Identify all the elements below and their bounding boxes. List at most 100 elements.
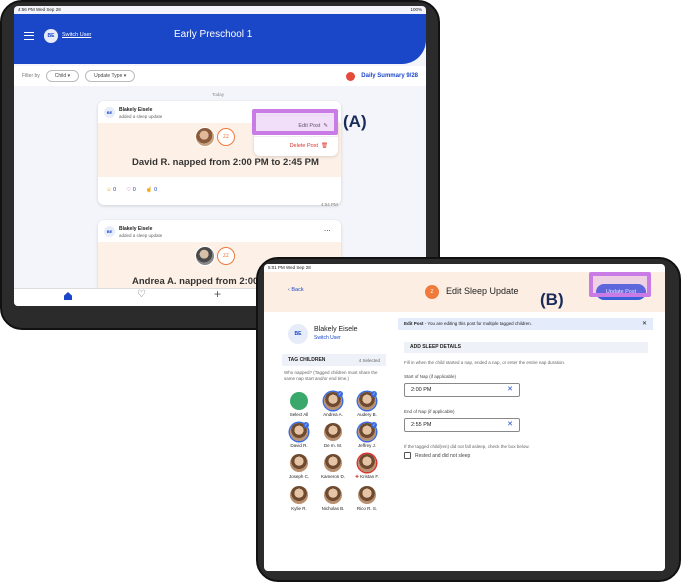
update-type-dropdown[interactable]: Update Type ▾ (85, 70, 136, 82)
app-header: BE Switch User Early Preschool 1 (14, 14, 426, 64)
child-name: ✚ Kristan F. (355, 474, 379, 480)
child-tile[interactable]: ✚ Kristan F. (350, 454, 384, 480)
callout-a: (A) (343, 112, 367, 131)
calendar-icon[interactable] (346, 71, 356, 81)
chevron-down-icon: ▾ (67, 73, 71, 79)
child-photo (324, 423, 342, 441)
user-name: Blakely Eisele (314, 326, 358, 333)
status-time: 5:01 PM Wed Sep 28 (268, 265, 311, 270)
highlight-update-post (589, 272, 651, 297)
smile-reaction[interactable]: ☺ 0 (106, 187, 116, 193)
callout-b: (B) (540, 290, 564, 309)
child-filter-dropdown[interactable]: Child ▾ (45, 70, 80, 82)
screen-b: 5:01 PM Wed Sep 28 ‹ Back z Edit Sleep U… (264, 264, 665, 571)
start-of-nap-field[interactable]: 2:00 PM ✕ (404, 383, 520, 397)
child-name: Andrea A. (323, 412, 343, 417)
thumbs-up-reaction[interactable]: ☝ 0 (146, 187, 157, 193)
back-button[interactable]: ‹ Back (288, 287, 304, 293)
child-photo (195, 246, 215, 266)
right-panel: Edit Post - You are editing this post fo… (398, 314, 665, 571)
more-options-icon[interactable]: ... (324, 224, 331, 233)
check-icon: ✓ (371, 391, 377, 397)
child-tile[interactable]: ✓ Andrea A. (316, 391, 350, 417)
status-bar: 4:56 PM Wed Sep 28 100% (14, 6, 426, 14)
sleep-cloud-icon: zz (217, 128, 235, 146)
child-tile[interactable]: ✓ Jeffrey J. (350, 422, 384, 448)
nap-message: Andrea A. napped from 2:00 PM (132, 276, 276, 287)
status-bar: 5:01 PM Wed Sep 28 (264, 264, 665, 272)
rested-help-text: If the tagged child(ren) did not fall as… (404, 444, 530, 449)
end-of-nap-field[interactable]: 2:55 PM ✕ (404, 418, 520, 432)
child-tile[interactable]: De m. M. (316, 423, 350, 448)
status-time: 4:56 PM Wed Sep 28 (18, 7, 61, 12)
child-tile[interactable]: ✓ David R. (282, 422, 316, 448)
child-tile[interactable]: Kylie R. (282, 486, 316, 511)
child-tile[interactable]: ✓ Audery B. (350, 391, 384, 417)
tag-help-text: Who napped? (Tagged children must share … (284, 370, 378, 381)
heart-icon[interactable]: ♡ (137, 289, 146, 300)
help-text: Fill in when the child started a nap, en… (404, 360, 566, 365)
nap-message: David R. napped from 2:00 PM to 2:45 PM (132, 157, 319, 168)
child-photo (358, 454, 376, 472)
check-icon: ✓ (337, 391, 343, 397)
switch-user-link[interactable]: Switch User (62, 32, 91, 38)
child-name: Audery B. (357, 412, 377, 417)
update-type-label: Update Type (94, 73, 123, 79)
avatar[interactable]: BE (44, 29, 58, 43)
thumbs-up-icon: ☝ (145, 187, 153, 193)
post-time: 4:54 PM (321, 202, 338, 207)
avatar: BE (288, 324, 308, 344)
selected-count: 4 Selected (358, 357, 380, 363)
heart-reaction[interactable]: ♡ 0 (126, 187, 136, 193)
child-photo (195, 127, 215, 147)
end-value: 2:55 PM (411, 422, 432, 428)
child-tile[interactable]: Nicholas B. (316, 486, 350, 511)
child-photo (290, 454, 308, 472)
child-tile[interactable]: Kameron D. (316, 454, 350, 480)
plus-icon[interactable]: + (214, 287, 221, 301)
home-icon[interactable] (64, 292, 72, 300)
child-name: Jeffrey J. (357, 443, 377, 448)
reaction-bar: ☺ 0 ♡ 0 ☝ 0 (106, 187, 157, 193)
delete-post-menu-item[interactable]: Delete Post 🗑 (254, 136, 338, 154)
child-tile[interactable]: Rico R. S. (350, 486, 384, 511)
tag-children-label: TAG CHILDREN (288, 357, 326, 363)
child-name: Kylie R. (291, 506, 307, 511)
switch-user-link[interactable]: Switch User (314, 335, 341, 341)
heart-count: 0 (132, 187, 136, 193)
end-label: End of Nap (if applicable) (404, 409, 455, 414)
child-photo (324, 486, 342, 504)
check-icon: ✓ (303, 422, 309, 428)
menu-icon[interactable] (24, 32, 34, 40)
highlight-edit-post (252, 109, 338, 135)
rested-checkbox-row[interactable]: Rested and did not sleep (404, 452, 470, 459)
filter-label: Filter by (22, 73, 40, 79)
page-title: Edit Sleep Update (446, 286, 519, 296)
child-name: De m. M. (323, 443, 343, 448)
close-icon[interactable]: ✕ (642, 318, 647, 330)
child-name: Rico R. S. (356, 506, 378, 511)
children-grid: Select All ✓ Andrea A. ✓ Audery B. ✓ David R. D… (282, 391, 386, 511)
check-icon: ✓ (371, 422, 377, 428)
filter-bar: Filter by Child ▾ Update Type ▾ Daily Su… (14, 66, 426, 86)
daily-summary-link[interactable]: Daily Summary 9/28 (361, 73, 418, 79)
child-name: Joseph C. (288, 474, 310, 479)
battery-status: 100% (410, 7, 422, 12)
post-author: Blakely Eisele (119, 226, 153, 232)
clear-icon[interactable]: ✕ (507, 419, 513, 431)
page-title: Early Preschool 1 (174, 29, 253, 40)
child-tile[interactable]: Joseph C. (282, 454, 316, 480)
tag-children-header: TAG CHILDREN 4 Selected (282, 354, 386, 366)
select-all-tile[interactable]: Select All (282, 392, 316, 417)
trash-icon: 🗑 (321, 142, 328, 149)
left-panel: BE Blakely Eisele Switch User TAG CHILDR… (282, 314, 392, 571)
child-name: David R. (290, 443, 308, 448)
child-name: Kameron D. (320, 474, 345, 479)
clear-icon[interactable]: ✕ (507, 384, 513, 396)
avatar: BE (104, 226, 115, 237)
rested-checkbox[interactable] (404, 452, 411, 459)
post-action: added a sleep update (119, 114, 163, 119)
chevron-down-icon: ▾ (123, 73, 127, 79)
banner-text: - You are editing this post for multiple… (423, 321, 532, 326)
section-header: ADD SLEEP DETAILS (404, 342, 648, 353)
